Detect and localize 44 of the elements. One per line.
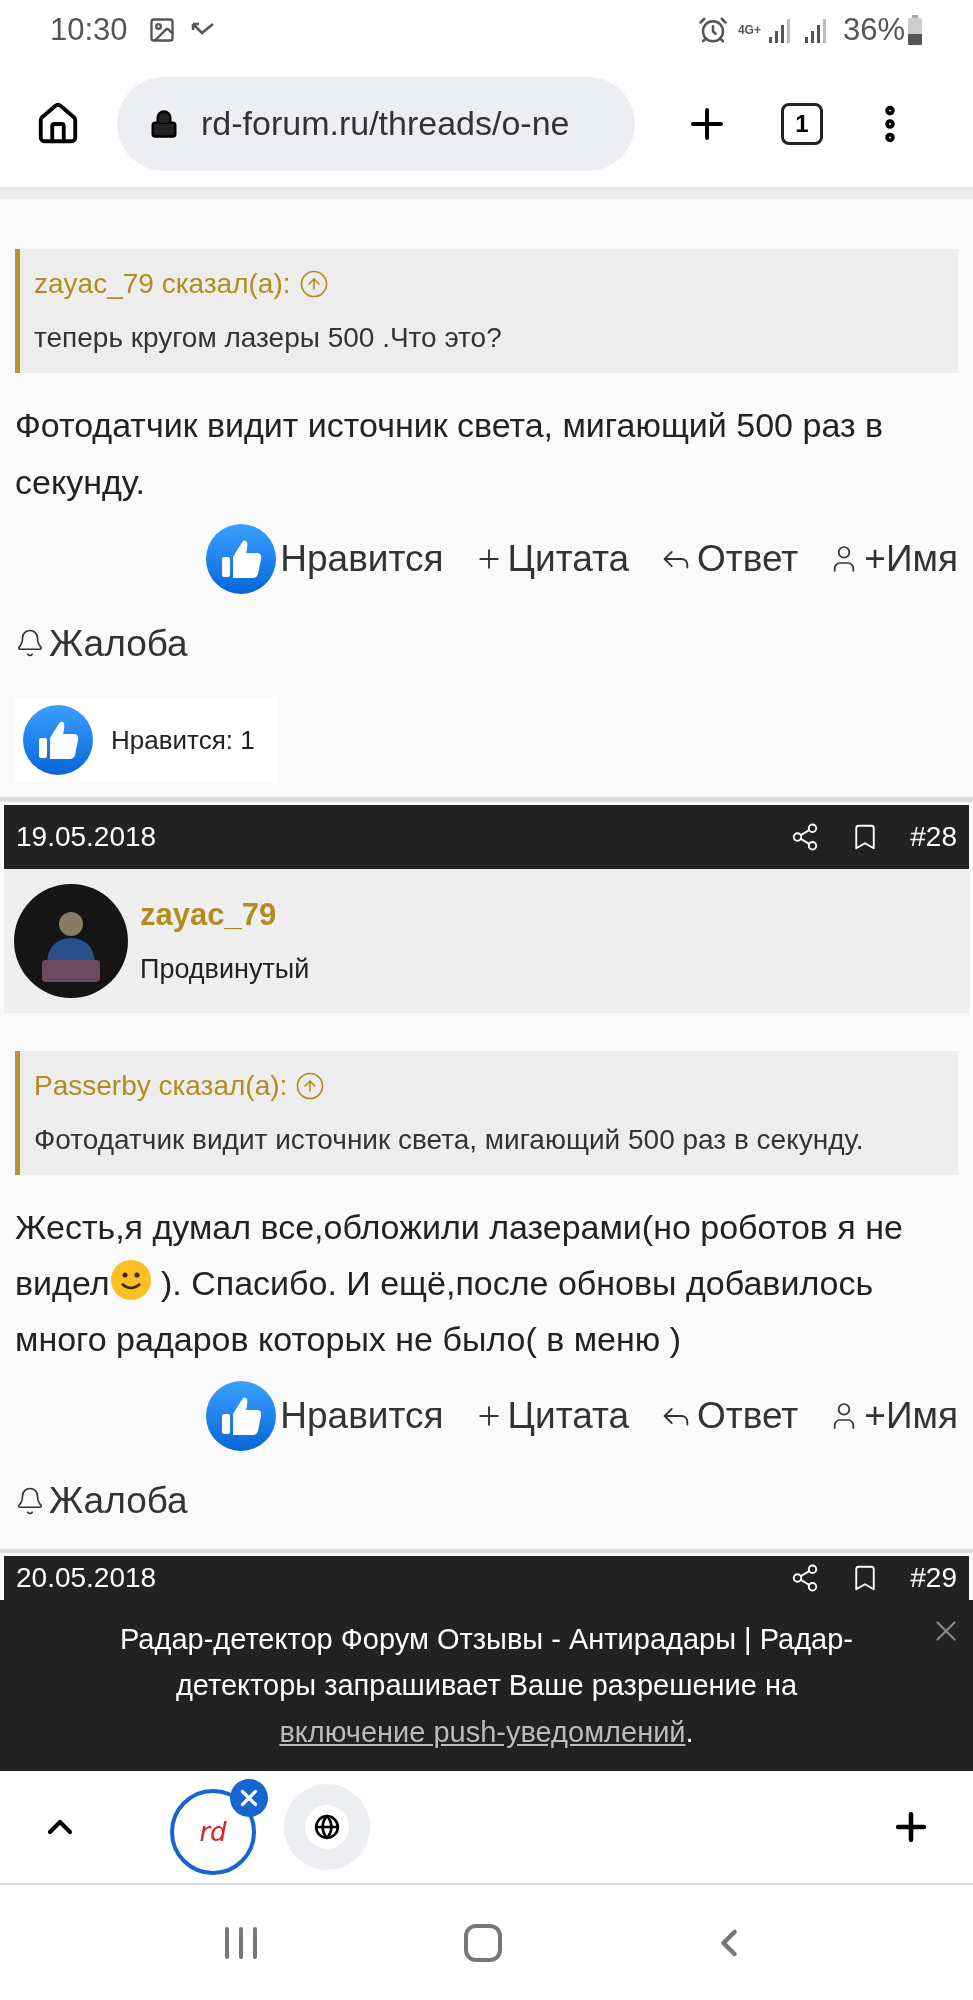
post-date: 20.05.2018: [16, 1561, 158, 1596]
post-text: Жесть,я думал все,обложили лазерами(но роботов я не видел ). Спасибо. И ещё,после обновы добавилось много радаров которых не было( в меню ): [15, 1206, 904, 1361]
reply-button[interactable]: Ответ: [659, 530, 799, 587]
like-button[interactable]: Нравится: [206, 1381, 444, 1452]
battery-percent: 36%: [842, 10, 905, 49]
arrow-up-icon: [298, 269, 329, 300]
author-rank: Продвинутый: [140, 952, 310, 986]
quote-button[interactable]: Цитата: [473, 1388, 630, 1444]
network-type: 4G+: [737, 22, 761, 39]
tab-count[interactable]: 1: [781, 102, 823, 145]
battery-icon: [907, 15, 923, 45]
notification-link[interactable]: включение push-уведомлений: [279, 1715, 686, 1748]
arrow-up-icon: [295, 1070, 326, 1101]
smiley-icon: [109, 1259, 152, 1301]
globe-icon: [314, 1814, 340, 1840]
address-bar[interactable]: rd-forum.ru/threads/o-ne: [117, 76, 635, 171]
lock-icon: [149, 108, 179, 139]
post-date: 19.05.2018: [16, 819, 158, 854]
thumbs-up-icon: [206, 1381, 277, 1452]
post-number[interactable]: #29: [910, 1557, 957, 1600]
thumbs-up-icon: [206, 523, 277, 594]
avatar[interactable]: [14, 883, 128, 998]
bell-icon: [15, 1485, 45, 1516]
report-button[interactable]: Жалоба: [15, 1473, 188, 1529]
quote-text: теперь кругом лазеры 500 .Что это?: [34, 321, 503, 356]
image-icon: [147, 16, 176, 44]
post-text: Фотодатчик видит источник света, мигающий 500 раз в секунду.: [15, 405, 884, 503]
bell-icon: [15, 628, 45, 659]
thumbs-up-icon: [23, 705, 93, 776]
notification-text: Радар-детектор Форум Отзывы - Антирадары | Радар-детекторы запрашивает Ваше разрешение на включение push-уведомлений.: [118, 1621, 855, 1750]
quote-text: Фотодатчик видит источник света, мигающий 500 раз в секунду.: [34, 1122, 865, 1157]
mention-button[interactable]: +Имя: [828, 1388, 958, 1444]
home-nav-icon[interactable]: [463, 1923, 502, 1962]
post-number[interactable]: #28: [910, 815, 957, 858]
reply-button[interactable]: Ответ: [659, 1388, 799, 1444]
status-time: 10:30: [50, 10, 128, 49]
report-button[interactable]: Жалоба: [15, 615, 188, 672]
like-button[interactable]: Нравится: [206, 523, 444, 594]
likes-summary[interactable]: Нравится: 1: [15, 697, 277, 784]
recent-apps-icon[interactable]: [222, 1924, 259, 1961]
mention-button[interactable]: +Имя: [828, 530, 958, 587]
close-badge[interactable]: [230, 1779, 268, 1817]
alarm-icon: [697, 15, 728, 45]
quote-button[interactable]: Цитата: [473, 530, 630, 587]
